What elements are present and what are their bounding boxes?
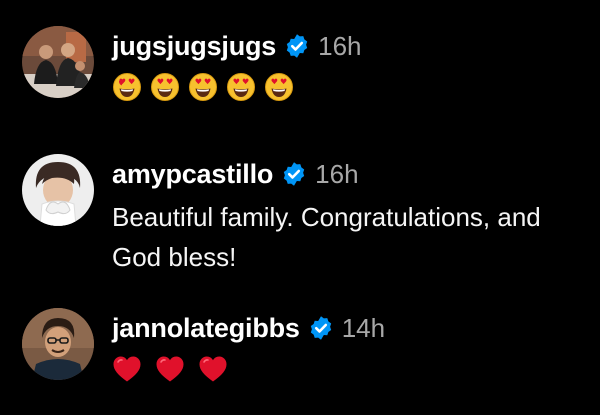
heart-eyes-emoji-icon xyxy=(112,72,142,102)
group-photo-avatar-icon xyxy=(22,26,94,98)
verified-badge-icon xyxy=(284,33,310,59)
avatar[interactable] xyxy=(22,308,94,380)
username[interactable]: jannolategibbs xyxy=(112,313,300,344)
red-heart-emoji-icon xyxy=(155,355,185,383)
heart-eyes-emoji-icon xyxy=(264,72,294,102)
avatar[interactable] xyxy=(22,26,94,98)
heart-eyes-emoji-icon xyxy=(188,72,218,102)
heart-eyes-emoji-icon xyxy=(226,72,256,102)
red-heart-emoji-icon xyxy=(112,355,142,383)
woman-photo-avatar-icon xyxy=(22,154,94,226)
timestamp: 16h xyxy=(318,30,362,61)
comment-reactions xyxy=(112,354,590,384)
username[interactable]: jugsjugsjugs xyxy=(112,31,276,62)
timestamp: 14h xyxy=(341,312,386,343)
comment-reactions xyxy=(112,72,590,102)
verified-badge-icon xyxy=(281,161,307,187)
heart-eyes-emoji-icon xyxy=(150,72,180,102)
username[interactable]: amypcastillo xyxy=(112,159,273,190)
man-photo-avatar-icon xyxy=(22,308,94,380)
red-heart-emoji-icon xyxy=(198,355,228,383)
comment-text: Beautiful family. Congratulations, and G… xyxy=(112,202,541,272)
timestamp: 16h xyxy=(315,158,359,189)
avatar[interactable] xyxy=(22,154,94,226)
verified-badge-icon xyxy=(308,315,334,341)
